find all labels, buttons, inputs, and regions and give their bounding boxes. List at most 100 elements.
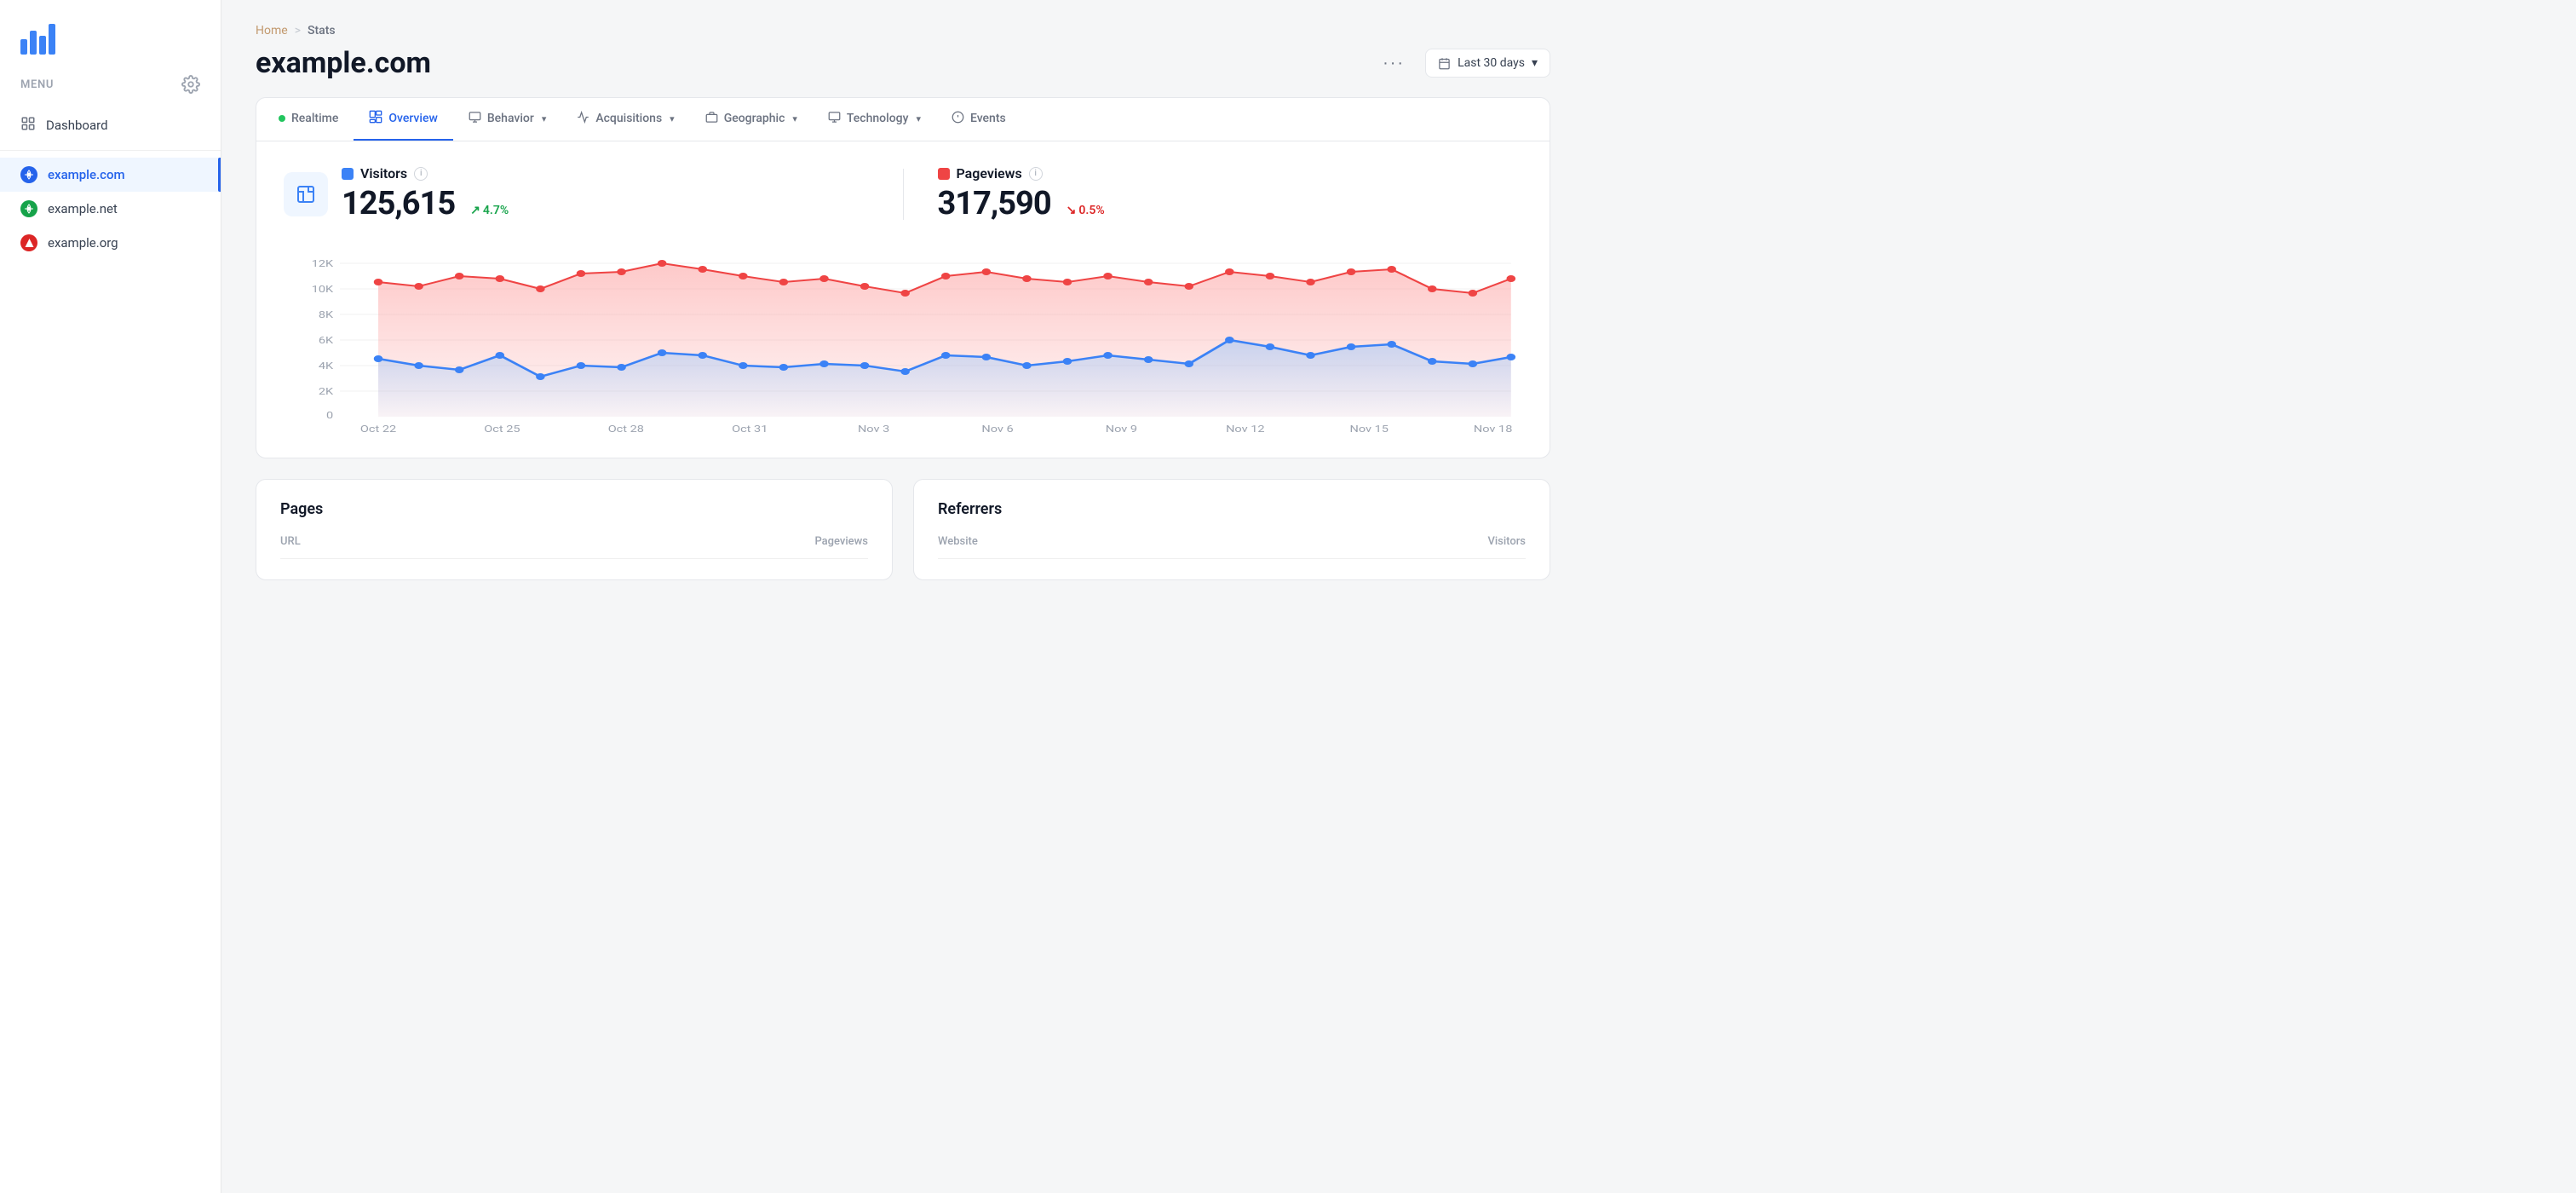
- favicon-example-org: [20, 234, 37, 251]
- pv-dot-29: [1506, 275, 1515, 282]
- pv-dot-10: [739, 273, 748, 280]
- pageviews-change-arrow-icon: ↘: [1067, 204, 1077, 217]
- v-dot-4: [496, 352, 505, 359]
- tab-realtime[interactable]: Realtime: [263, 100, 354, 139]
- pageviews-value: 317,590: [938, 185, 1051, 222]
- svg-text:Oct 22: Oct 22: [360, 424, 396, 434]
- technology-chevron-icon: ▾: [916, 113, 921, 124]
- tab-geographic[interactable]: Geographic ▾: [690, 99, 813, 141]
- pv-dot-18: [1063, 279, 1072, 285]
- pageviews-info: Pageviews i 317,590 ↘ 0.5%: [938, 165, 1105, 222]
- sidebar-item-example-com[interactable]: example.com: [0, 158, 221, 192]
- sidebar-logo: [0, 0, 221, 68]
- pv-dot-8: [658, 260, 667, 267]
- pv-dot-2: [414, 283, 423, 290]
- v-dot-23: [1266, 343, 1275, 350]
- tab-events[interactable]: Events: [936, 99, 1021, 141]
- svg-text:12K: 12K: [312, 259, 334, 270]
- pv-dot-4: [496, 275, 505, 282]
- pv-dot-13: [860, 283, 870, 290]
- visitors-change-arrow-icon: ↗: [470, 204, 480, 217]
- v-dot-28: [1469, 360, 1478, 367]
- pv-dot-17: [1022, 275, 1032, 282]
- v-dot-6: [577, 362, 586, 369]
- visitors-change: ↗ 4.7%: [470, 204, 509, 217]
- tabs-bar: Realtime Overview Behavior ▾: [256, 98, 1550, 141]
- bottom-cards: Pages URL Pageviews Referrers Website Vi…: [256, 479, 1550, 580]
- sidebar-item-example-net[interactable]: example.net: [0, 192, 221, 226]
- breadcrumb: Home > Stats: [256, 24, 1550, 37]
- pv-dot-23: [1266, 273, 1275, 280]
- header-actions: ··· Last 30 days ▾: [1376, 49, 1550, 78]
- svg-text:10K: 10K: [312, 285, 334, 296]
- pages-title: Pages: [280, 500, 868, 518]
- breadcrumb-home[interactable]: Home: [256, 24, 288, 37]
- svg-text:Nov 3: Nov 3: [858, 424, 889, 434]
- v-dot-5: [536, 373, 545, 380]
- page-header: example.com ··· Last 30 days ▾: [256, 46, 1550, 80]
- tab-overview-label: Overview: [388, 112, 437, 125]
- pv-dot-28: [1469, 290, 1478, 297]
- behavior-chevron-icon: ▾: [542, 113, 547, 124]
- pv-dot-25: [1347, 268, 1356, 275]
- tab-overview[interactable]: Overview: [354, 98, 452, 141]
- visitors-change-value: 4.7%: [483, 204, 509, 217]
- v-dot-21: [1184, 360, 1193, 367]
- logo-bar-2: [30, 31, 37, 55]
- v-dot-24: [1306, 352, 1315, 359]
- v-dot-9: [698, 352, 707, 359]
- v-dot-12: [819, 360, 829, 367]
- v-dot-25: [1347, 343, 1356, 350]
- v-dot-3: [455, 366, 464, 373]
- svg-text:6K: 6K: [319, 336, 334, 347]
- pv-dot-9: [698, 266, 707, 273]
- v-dot-18: [1063, 358, 1072, 365]
- pv-dot-27: [1428, 285, 1437, 292]
- visitors-info-icon[interactable]: i: [414, 167, 428, 181]
- tab-acquisitions[interactable]: Acquisitions ▾: [561, 99, 689, 141]
- v-dot-7: [617, 364, 626, 371]
- logo-bar-1: [20, 39, 27, 55]
- pv-dot-11: [779, 279, 789, 285]
- pv-dot-24: [1306, 279, 1315, 285]
- tab-realtime-label: Realtime: [291, 112, 338, 125]
- date-filter-button[interactable]: Last 30 days ▾: [1425, 49, 1550, 78]
- referrers-col-website: Website: [938, 535, 978, 548]
- v-dot-27: [1428, 358, 1437, 365]
- v-dot-8: [658, 349, 667, 356]
- svg-text:Oct 25: Oct 25: [484, 424, 520, 434]
- pv-dot-14: [900, 290, 910, 297]
- settings-icon[interactable]: [181, 75, 200, 94]
- geographic-icon: [705, 111, 718, 127]
- svg-text:Oct 28: Oct 28: [608, 424, 644, 434]
- tab-technology[interactable]: Technology ▾: [813, 99, 936, 141]
- svg-text:Nov 6: Nov 6: [981, 424, 1013, 434]
- v-dot-16: [982, 354, 992, 360]
- page-title: example.com: [256, 46, 431, 80]
- svg-text:Nov 9: Nov 9: [1106, 424, 1137, 434]
- pages-col-pageviews: Pageviews: [814, 535, 868, 548]
- pv-dot-7: [617, 268, 626, 275]
- v-dot-17: [1022, 362, 1032, 369]
- tab-behavior[interactable]: Behavior ▾: [453, 99, 562, 141]
- v-dot-11: [779, 364, 789, 371]
- logo-bar-4: [49, 24, 55, 55]
- main-content: Home > Stats example.com ··· Last 30 day…: [221, 0, 2576, 1193]
- pages-table-header: URL Pageviews: [280, 535, 868, 559]
- favicon-example-com: [20, 166, 37, 183]
- calendar-icon: [1438, 57, 1451, 70]
- referrers-title: Referrers: [938, 500, 1526, 518]
- v-dot-19: [1103, 352, 1113, 359]
- sidebar-item-example-org[interactable]: example.org: [0, 226, 221, 260]
- pageviews-label-row: Pageviews i: [938, 165, 1105, 182]
- visitors-color-dot: [342, 168, 354, 180]
- more-options-button[interactable]: ···: [1376, 50, 1412, 77]
- sidebar-item-dashboard[interactable]: Dashboard: [0, 107, 221, 143]
- menu-label: MENU: [20, 78, 54, 91]
- v-dot-14: [900, 368, 910, 375]
- v-dot-2: [414, 362, 423, 369]
- site-label-example-net: example.net: [48, 201, 118, 216]
- chart-container: 12K 10K 8K 6K 4K 2K 0: [284, 246, 1522, 434]
- pageviews-info-icon[interactable]: i: [1029, 167, 1043, 181]
- metric-chart-icon: [284, 172, 328, 216]
